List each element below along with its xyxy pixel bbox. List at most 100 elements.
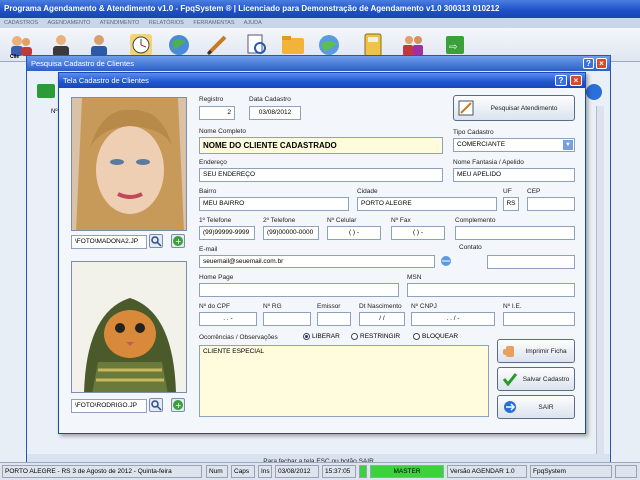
radio-liberar[interactable]: LIBERAR <box>303 333 340 340</box>
endereco-label: Endereço <box>199 159 227 166</box>
status-end <box>615 465 637 478</box>
status-indicator-icon <box>359 465 367 478</box>
app-title-bar: Programa Agendamento & Atendimento v1.0 … <box>0 0 640 18</box>
fantasia-label: Nome Fantasia / Apelido <box>453 159 524 166</box>
sair-button[interactable]: SAIR <box>497 395 575 419</box>
cep-field[interactable] <box>527 197 575 211</box>
uf-label: UF <box>503 188 512 195</box>
status-date: 03/08/2012 <box>275 465 319 478</box>
radio-dot <box>413 333 420 340</box>
menu-relatorios[interactable]: RELATÓRIOS <box>149 20 184 26</box>
contato-field[interactable] <box>487 255 575 269</box>
tipo-cadastro-value: COMERCIANTE <box>457 141 506 148</box>
close-icon[interactable]: × <box>596 58 607 69</box>
client-photo-2 <box>71 261 187 393</box>
tel1-field[interactable]: (99)99999-9999 <box>199 226 255 240</box>
menu-cadastros[interactable]: CADASTROS <box>4 20 38 26</box>
sair-label: SAIR <box>538 403 554 411</box>
contato-label: Contato <box>459 244 482 251</box>
obs-label: Ocorrências / Observações <box>199 334 278 341</box>
homepage-label: Home Page <box>199 274 234 281</box>
checkmark-icon <box>502 372 518 387</box>
observacoes-textarea[interactable]: CLIENTE ESPECIAL <box>199 345 489 417</box>
status-ins: Ins <box>258 465 272 478</box>
cpf-field[interactable]: . . - <box>199 312 257 326</box>
uf-field[interactable]: RS <box>503 197 519 211</box>
radio-restringir[interactable]: RESTRINGIR <box>351 333 400 340</box>
add-photo-icon[interactable]: + <box>171 234 185 248</box>
menu-ferramentas[interactable]: FERRAMENTAS <box>193 20 234 26</box>
status-version: Versão AGENDAR 1.0 <box>447 465 527 478</box>
cidade-field[interactable]: PORTO ALEGRE <box>357 197 497 211</box>
chevron-down-icon[interactable]: ▼ <box>563 140 573 150</box>
cpf-label: Nº do CPF <box>199 303 230 310</box>
photo1-path-field[interactable]: \FOTO\MADONA2.JP <box>71 235 147 249</box>
radio-liberar-label: LIBERAR <box>312 333 340 340</box>
cnpj-label: Nº CNPJ <box>411 303 437 310</box>
status-time: 15:37:05 <box>322 465 356 478</box>
fantasia-field[interactable]: MEU APELIDO <box>453 168 575 182</box>
salvar-label: Salvar Cadastro <box>522 375 570 383</box>
status-bar: PORTO ALEGRE - RS 3 de Agosto de 2012 - … <box>0 462 640 480</box>
cnpj-field[interactable]: . . / - <box>411 312 495 326</box>
tel2-label: 2º Telefone <box>263 217 296 224</box>
close-icon[interactable]: × <box>570 75 582 86</box>
bairro-field[interactable]: MEU BAIRRO <box>199 197 349 211</box>
svg-text:+: + <box>175 401 182 410</box>
emissor-label: Emissor <box>317 303 341 310</box>
msn-field[interactable] <box>407 283 575 297</box>
rg-label: Nº RG <box>263 303 282 310</box>
homepage-field[interactable] <box>199 283 399 297</box>
status-num: Num <box>206 465 228 478</box>
nascimento-label: Dt Nascimento <box>359 303 402 310</box>
email-field[interactable]: seuemail@seuemail.com.br <box>199 255 435 268</box>
cep-label: CEP <box>527 188 541 195</box>
registro-field[interactable]: 2 <box>199 106 235 120</box>
data-cadastro-field[interactable]: 03/08/2012 <box>249 106 301 120</box>
imprimir-ficha-button[interactable]: Imprimir Ficha <box>497 339 575 363</box>
menu-ajuda[interactable]: AJUDA <box>244 20 262 26</box>
svg-text:⇨: ⇨ <box>449 42 457 53</box>
help-icon[interactable]: ? <box>555 75 567 86</box>
radio-bloquear[interactable]: BLOQUEAR <box>413 333 458 340</box>
celular-label: Nº Celular <box>327 217 357 224</box>
hand-icon <box>502 344 518 358</box>
emissor-field[interactable] <box>317 312 351 326</box>
complemento-field[interactable] <box>455 226 575 240</box>
nascimento-field[interactable]: / / <box>359 312 405 326</box>
add-icon[interactable] <box>37 84 55 98</box>
registro-label: Registro <box>199 96 224 103</box>
fax-field[interactable]: ( ) - <box>391 226 445 240</box>
svg-text:+: + <box>175 237 182 246</box>
radio-dot <box>303 333 310 340</box>
email-send-icon[interactable] <box>439 255 453 267</box>
tel1-label: 1º Telefone <box>199 217 232 224</box>
help-icon[interactable]: ? <box>583 58 594 69</box>
tel2-field[interactable]: (99)00000-0000 <box>263 226 319 240</box>
add-photo-icon[interactable]: + <box>171 398 185 412</box>
navigate-icon[interactable] <box>586 84 602 100</box>
imprimir-label: Imprimir Ficha <box>525 347 567 355</box>
data-cadastro-label: Data Cadastro <box>249 96 291 103</box>
email-label: E-mail <box>199 246 218 253</box>
endereco-field[interactable]: SEU ENDEREÇO <box>199 168 443 182</box>
magnifier-icon[interactable] <box>149 234 163 248</box>
radio-restringir-label: RESTRINGIR <box>360 333 401 340</box>
tipo-cadastro-select[interactable]: COMERCIANTE ▼ <box>453 138 575 152</box>
nome-field[interactable]: NOME DO CLIENTE CADASTRADO <box>199 137 443 154</box>
search-document-icon <box>458 100 474 116</box>
ie-field[interactable] <box>503 312 575 326</box>
search-window-title: Pesquisa Cadastro de Clientes <box>27 56 610 71</box>
msn-label: MSN <box>407 274 422 281</box>
pesquisar-atendimento-button[interactable]: Pesquisar Atendimento <box>453 95 575 121</box>
rg-field[interactable] <box>263 312 311 326</box>
celular-field[interactable]: ( ) - <box>327 226 381 240</box>
tipo-cadastro-label: Tipo Cadastro <box>453 129 494 136</box>
menu-atendimento[interactable]: ATENDIMENTO <box>100 20 140 26</box>
bairro-label: Bairro <box>199 188 217 195</box>
magnifier-icon[interactable] <box>149 398 163 412</box>
menu-agendamento[interactable]: AGENDAMENTO <box>47 20 90 26</box>
scrollbar[interactable] <box>596 106 604 476</box>
photo2-path-field[interactable]: \FOTO\RODRIGO.JP <box>71 399 147 413</box>
salvar-cadastro-button[interactable]: Salvar Cadastro <box>497 367 575 391</box>
